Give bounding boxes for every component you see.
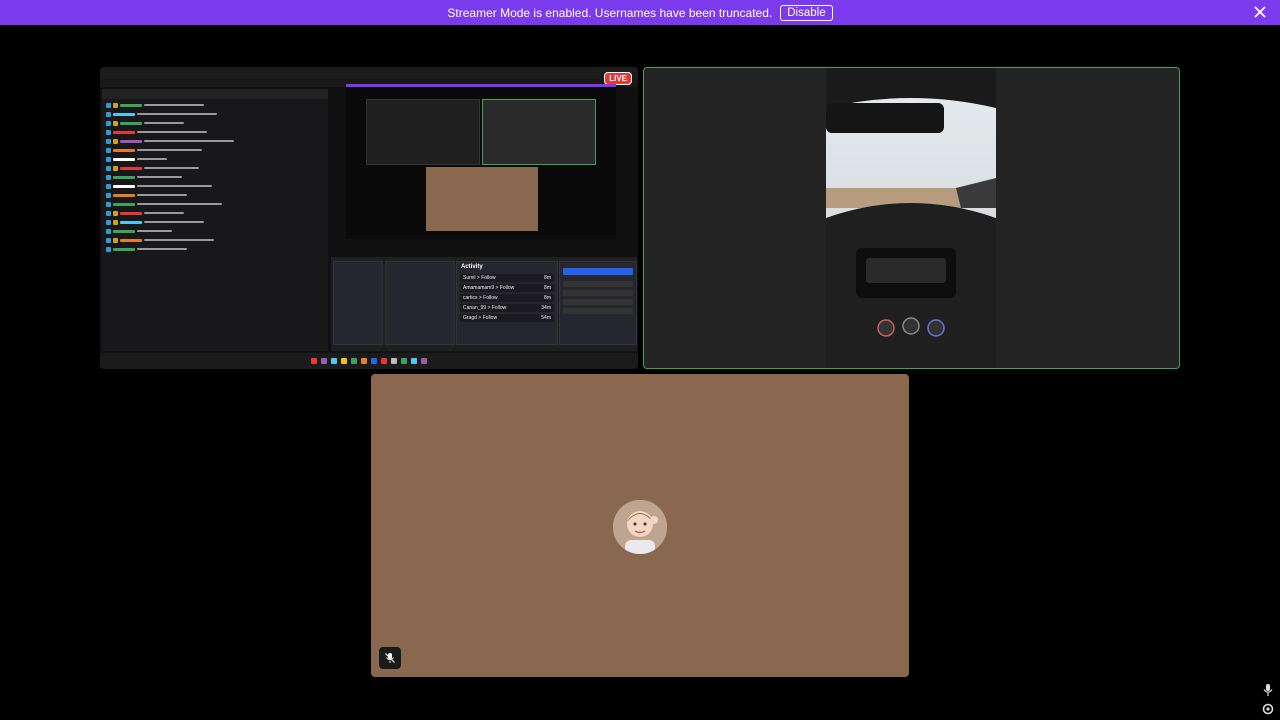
chat-line bbox=[106, 147, 324, 153]
activity-row: cartics > Follow 8m bbox=[460, 294, 554, 302]
car-interior-image bbox=[826, 68, 996, 368]
chat-line bbox=[106, 201, 324, 207]
chat-line bbox=[106, 120, 324, 126]
chat-line bbox=[106, 165, 324, 171]
chat-line bbox=[106, 183, 324, 189]
mic-icon[interactable] bbox=[1261, 683, 1275, 697]
close-icon[interactable] bbox=[1252, 4, 1268, 20]
gear-icon[interactable] bbox=[1261, 702, 1275, 716]
activity-row: Sumil > Follow 8m bbox=[460, 274, 554, 282]
chat-line bbox=[106, 102, 324, 108]
chat-line bbox=[106, 129, 324, 135]
avatar-image bbox=[613, 500, 667, 554]
obs-preview bbox=[346, 84, 616, 239]
banner-message: Streamer Mode is enabled. Usernames have… bbox=[447, 5, 773, 20]
streamer-mode-banner: Streamer Mode is enabled. Usernames have… bbox=[0, 0, 1280, 25]
chat-line bbox=[106, 174, 324, 180]
activity-dock: Activity Sumil > Follow 8m Amamamam9 > Fo… bbox=[456, 261, 558, 345]
nested-avatar-preview bbox=[426, 167, 538, 231]
chat-header bbox=[102, 89, 328, 99]
chat-line bbox=[106, 138, 324, 144]
chat-line bbox=[106, 237, 324, 243]
chat-line bbox=[106, 219, 324, 225]
activity-row: Canan_99 > Follow 34m bbox=[460, 304, 554, 312]
controls-dock bbox=[559, 261, 637, 345]
shared-chat-panel bbox=[102, 89, 328, 351]
activity-row: Gragd > Follow 54m bbox=[460, 314, 554, 322]
obs-docks: Activity Sumil > Follow 8m Amamamam9 > Fo… bbox=[331, 257, 637, 351]
chat-line bbox=[106, 210, 324, 216]
shared-taskbar bbox=[100, 353, 638, 369]
chat-line bbox=[106, 228, 324, 234]
scenes-dock bbox=[333, 261, 383, 345]
screen-share-tile[interactable]: LIVE Activity Sumil > Follow 8m Amamamam9… bbox=[100, 67, 638, 369]
camera-feed bbox=[826, 68, 996, 368]
nested-screen-preview bbox=[366, 99, 480, 165]
camera-tile[interactable] bbox=[643, 67, 1180, 369]
disable-streamer-mode-button[interactable]: Disable bbox=[780, 4, 833, 21]
chat-line bbox=[106, 246, 324, 252]
chat-line bbox=[106, 192, 324, 198]
activity-row: Amamamam9 > Follow 8m bbox=[460, 284, 554, 292]
mic-muted-icon bbox=[385, 653, 395, 663]
nested-camera-preview bbox=[482, 99, 596, 165]
activity-title: Activity bbox=[461, 264, 483, 270]
chat-line bbox=[106, 156, 324, 162]
audio-mixer-dock bbox=[385, 261, 455, 345]
shared-window-titlebar bbox=[100, 67, 638, 79]
chat-line bbox=[106, 111, 324, 117]
mic-muted-indicator bbox=[379, 647, 401, 669]
participant-tile[interactable] bbox=[371, 374, 909, 677]
avatar[interactable] bbox=[613, 500, 667, 554]
